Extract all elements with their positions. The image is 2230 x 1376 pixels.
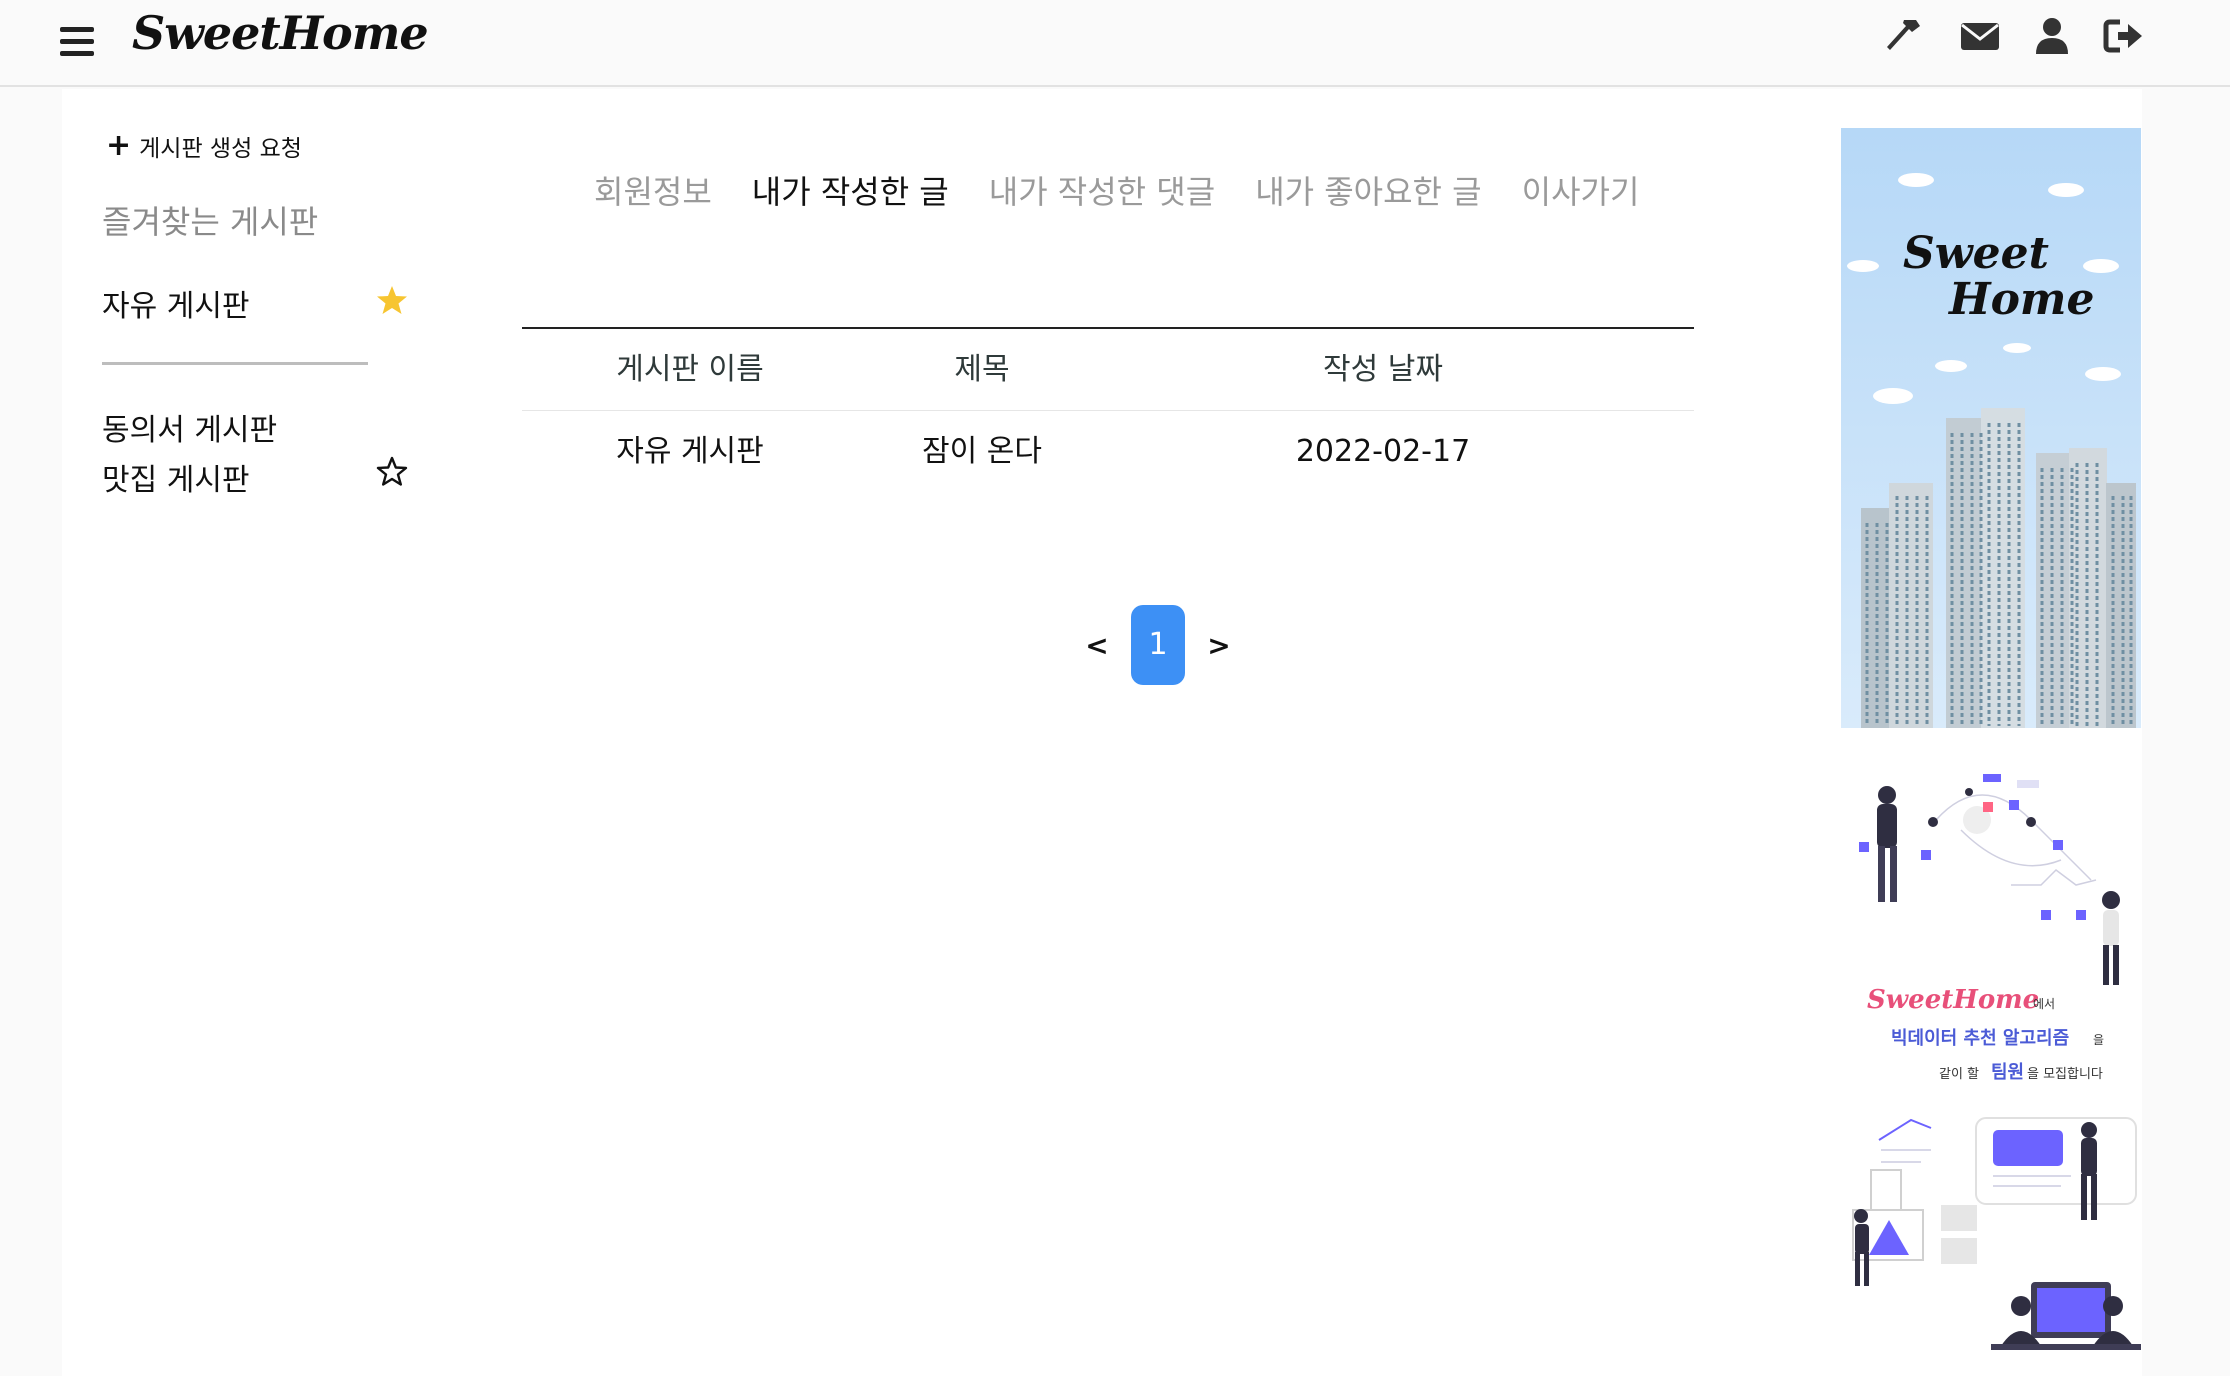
my-posts-table: 게시판 이름 제목 작성 날짜 자유 게시판 잠이 온다 2022-02-17	[522, 327, 1694, 493]
user-icon[interactable]	[2030, 14, 2074, 58]
row-board-name[interactable]: 자유 게시판	[580, 411, 800, 493]
tab-member-info[interactable]: 회원정보	[594, 167, 712, 213]
table-row[interactable]: 자유 게시판 잠이 온다 2022-02-17	[522, 411, 1694, 493]
prev-page-button[interactable]: <	[1077, 629, 1117, 662]
team-illustration-ad[interactable]	[1841, 1110, 2141, 1376]
tab-my-likes[interactable]: 내가 좋아요한 글	[1255, 167, 1481, 213]
mypage-tabs: 회원정보 내가 작성한 글 내가 작성한 댓글 내가 좋아요한 글 이사가기	[594, 167, 1679, 213]
favorites-title: 즐겨찾는 게시판	[102, 203, 319, 241]
next-page-button[interactable]: >	[1199, 629, 1239, 662]
board-request-link[interactable]: + 게시판 생성 요청	[106, 129, 302, 163]
app-logo[interactable]: SweetHome	[132, 6, 429, 60]
tab-my-comments[interactable]: 내가 작성한 댓글	[989, 167, 1215, 213]
sidebar-item-consent-board[interactable]: 동의서 게시판	[102, 405, 277, 449]
recruit-line2: 빅데이터 추천 알고리즘	[1891, 1028, 2069, 1049]
menu-icon[interactable]	[60, 27, 94, 57]
star-outline-icon[interactable]	[376, 455, 408, 487]
recruit-line3-em: 팀원	[1991, 1062, 2024, 1083]
recruit-brand: SweetHome	[1867, 985, 2039, 1015]
top-header: SweetHome	[0, 0, 2230, 87]
column-header-board: 게시판 이름	[616, 352, 764, 387]
tab-move[interactable]: 이사가기	[1522, 167, 1640, 213]
recruit-line3-suffix: 을 모집합니다	[2027, 1067, 2103, 1082]
row-post-title[interactable]: 잠이 온다	[857, 411, 1107, 493]
sidebar-divider	[102, 362, 368, 365]
recruit-suffix: 에서	[2033, 997, 2055, 1011]
envelope-icon[interactable]	[1958, 14, 2002, 58]
tab-my-posts[interactable]: 내가 작성한 글	[752, 167, 949, 213]
hammer-icon[interactable]	[1882, 14, 1926, 58]
banner-logo-line2: Home	[1947, 274, 2094, 325]
pagination: < 1 >	[1077, 604, 1239, 686]
recruit-line3-prefix: 같이 할	[1939, 1067, 1979, 1082]
recruit-line2-suffix: 을	[2093, 1033, 2104, 1047]
page-1-button[interactable]: 1	[1131, 605, 1185, 685]
sidebar-item-free-board[interactable]: 자유 게시판	[102, 281, 250, 325]
board-request-label: 게시판 생성 요청	[139, 136, 302, 162]
star-filled-icon[interactable]	[376, 284, 408, 316]
logout-icon[interactable]	[2102, 14, 2146, 58]
apartment-banner-ad[interactable]: Sweet Home	[1841, 128, 2141, 728]
plus-icon: +	[106, 128, 132, 163]
main-panel: + 게시판 생성 요청 즐겨찾는 게시판 자유 게시판 동의서 게시판 맛집 게…	[62, 89, 2142, 1376]
banner-logo-line1: Sweet	[1903, 228, 2049, 279]
sidebar-item-restaurant-board[interactable]: 맛집 게시판	[102, 455, 250, 499]
recruit-ad[interactable]: SweetHome 에서 빅데이터 추천 알고리즘 을 같이 할 팀원 을 모집…	[1841, 760, 2141, 1100]
column-header-title: 제목	[954, 352, 1010, 387]
table-header: 게시판 이름 제목 작성 날짜	[522, 329, 1694, 411]
row-post-date: 2022-02-17	[1295, 434, 1471, 469]
column-header-date: 작성 날짜	[1323, 352, 1443, 387]
